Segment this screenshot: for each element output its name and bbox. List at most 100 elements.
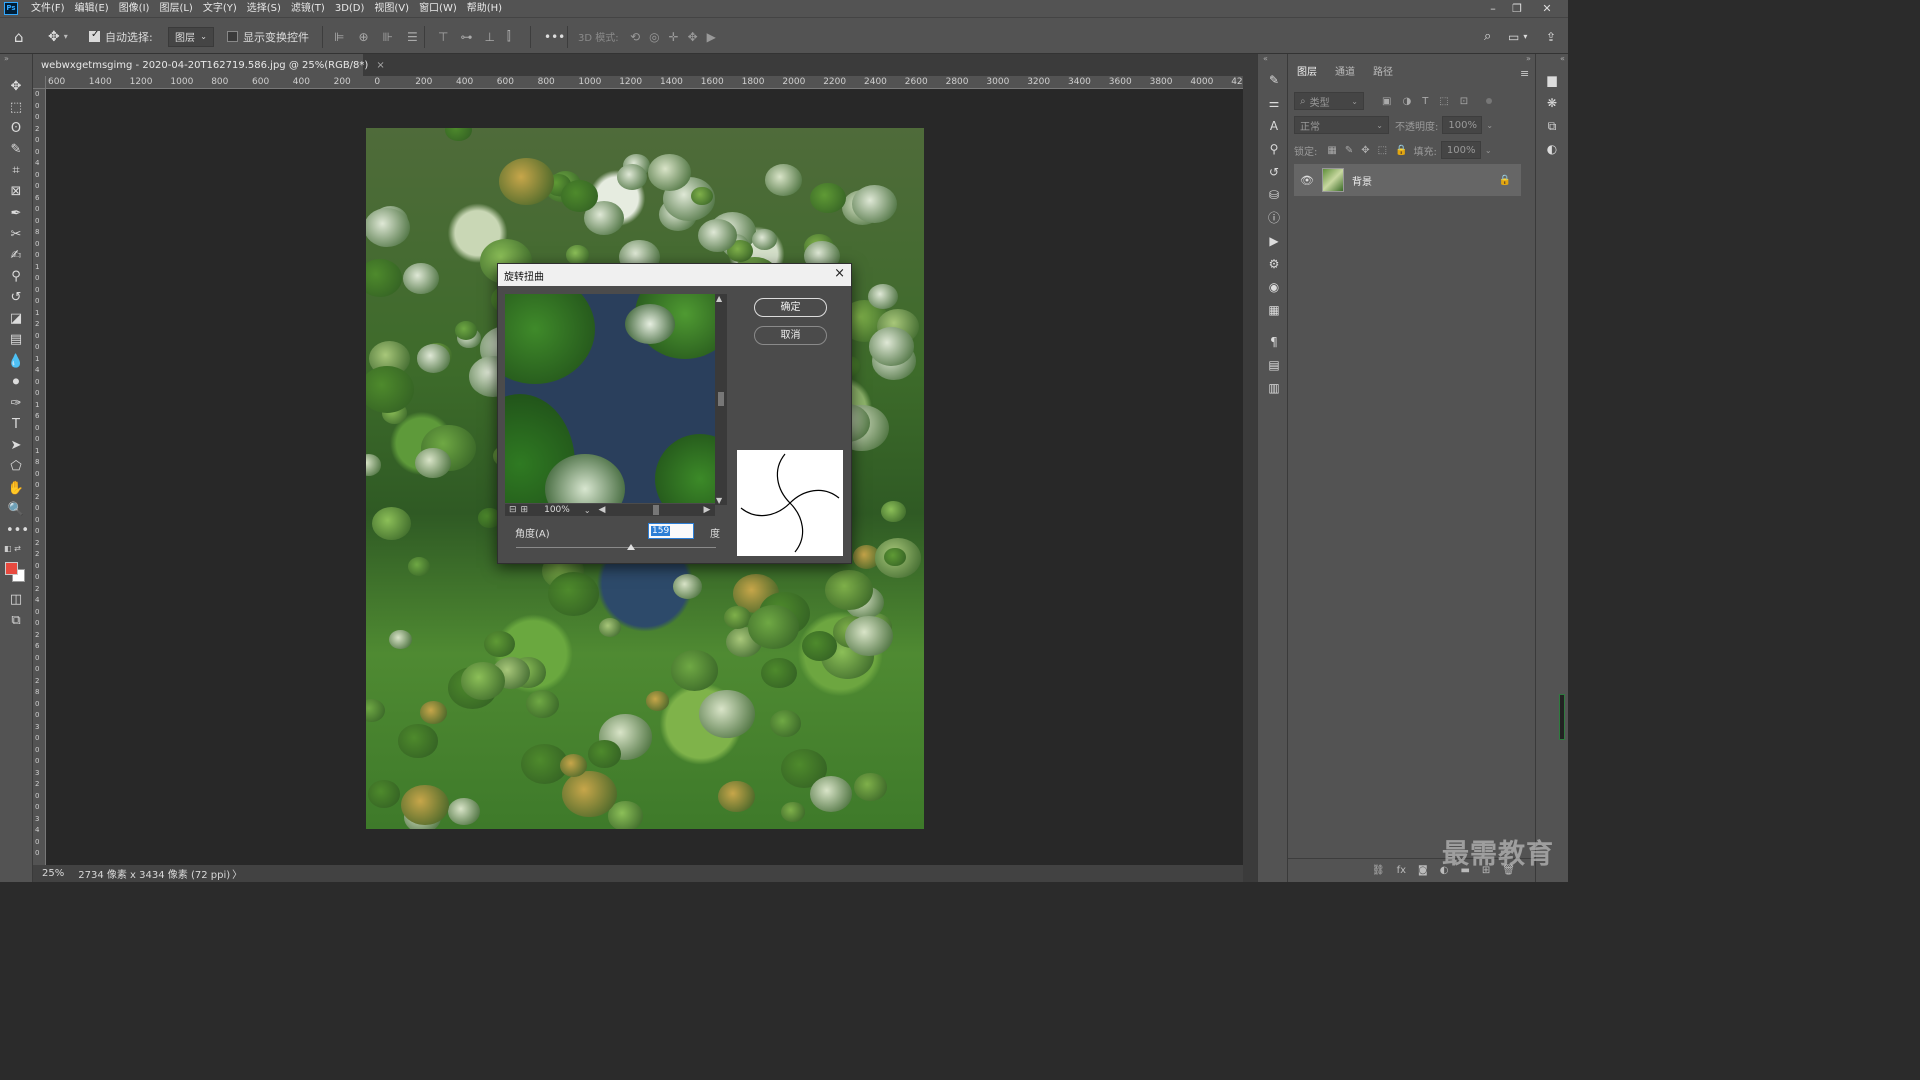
move-tool-icon[interactable]: ✥ bbox=[6, 78, 26, 96]
shape-tool-icon[interactable]: ⬠ bbox=[6, 458, 26, 476]
type-filter-icon[interactable]: T bbox=[1422, 96, 1428, 107]
share-icon[interactable]: ⇪ bbox=[1546, 18, 1556, 55]
paragraph-icon[interactable]: ¶ bbox=[1266, 334, 1282, 350]
healing-tool-icon[interactable]: ✂ bbox=[6, 226, 26, 244]
menu-item[interactable]: 文字(Y) bbox=[198, 0, 242, 17]
document-tab[interactable]: webwxgetmsgimg - 2020-04-20T162719.586.j… bbox=[33, 54, 385, 76]
status-zoom[interactable]: 25% bbox=[42, 868, 64, 879]
align-right-icon[interactable]: ⊪ bbox=[383, 30, 393, 44]
pixel-filter-icon[interactable]: ▣ bbox=[1382, 96, 1391, 107]
menu-item[interactable]: 帮助(H) bbox=[462, 0, 507, 17]
3d-icon[interactable]: ◉ bbox=[1266, 279, 1282, 295]
angle-slider-thumb[interactable] bbox=[627, 544, 635, 550]
orbit-3d-icon[interactable]: ⟲ bbox=[630, 30, 640, 44]
blur-tool-icon[interactable]: 💧 bbox=[6, 353, 26, 371]
link-layers-icon[interactable]: ⛓ bbox=[1372, 865, 1385, 876]
actions-icon[interactable]: ▶ bbox=[1266, 233, 1282, 249]
pen-tool-icon[interactable]: ✑ bbox=[6, 395, 26, 413]
properties-icon[interactable]: ⚙ bbox=[1266, 256, 1282, 272]
menu-item[interactable]: 图像(I) bbox=[114, 0, 155, 17]
marquee-tool-icon[interactable]: ⬚ bbox=[6, 99, 26, 117]
add-mask-icon[interactable]: ◙ bbox=[1418, 865, 1428, 876]
pan-3d-icon[interactable]: ✛ bbox=[669, 30, 679, 44]
angle-slider-track[interactable] bbox=[516, 547, 716, 548]
auto-select-target-dropdown[interactable]: 图层 ⌄ bbox=[168, 18, 214, 55]
lasso-tool-icon[interactable]: ʘ bbox=[6, 120, 26, 138]
scroll-right-icon[interactable]: ▶ bbox=[703, 505, 710, 515]
menu-item[interactable]: 选择(S) bbox=[242, 0, 286, 17]
collapse-toolbar-icon[interactable]: » bbox=[4, 54, 9, 63]
quick-select-tool-icon[interactable]: ✎ bbox=[6, 141, 26, 159]
filter-toggle-icon[interactable] bbox=[1486, 98, 1493, 104]
angle-input[interactable]: 159 bbox=[648, 523, 694, 539]
eyedropper-tool-icon[interactable]: ✒ bbox=[6, 205, 26, 223]
fill-dropdown-icon[interactable]: ⌄ bbox=[1485, 146, 1492, 155]
align-hcenter-icon[interactable]: ⊕ bbox=[358, 30, 368, 44]
fill-input[interactable]: 100% bbox=[1440, 141, 1481, 159]
stamp-tool-icon[interactable]: ⚲ bbox=[6, 268, 26, 286]
collapse-panel-icon[interactable]: » bbox=[1526, 54, 1531, 63]
quick-mask-icon[interactable]: ◫ bbox=[6, 591, 26, 609]
channels-icon[interactable]: ⛁ bbox=[1266, 187, 1282, 203]
status-more-icon[interactable]: 〉 bbox=[232, 866, 242, 881]
crop-tool-icon[interactable]: ⌗ bbox=[6, 162, 26, 180]
zoom-in-icon[interactable]: ⊞ bbox=[521, 505, 529, 515]
filter-preview[interactable] bbox=[505, 294, 715, 503]
fx-icon[interactable]: fx bbox=[1397, 865, 1406, 876]
brush-settings-icon[interactable]: ✎ bbox=[1266, 72, 1282, 88]
dodge-tool-icon[interactable]: ⚫ bbox=[6, 374, 26, 392]
opacity-input[interactable]: 100% bbox=[1442, 116, 1483, 134]
blend-mode-dropdown[interactable]: 正常 ⌄ bbox=[1294, 116, 1389, 134]
panel-tab[interactable]: 图层 bbox=[1288, 62, 1326, 84]
info-icon[interactable]: ⓘ bbox=[1266, 210, 1282, 226]
color-icon[interactable]: ◐ bbox=[1544, 141, 1560, 157]
restore-icon[interactable]: ❐ bbox=[1505, 0, 1529, 17]
menu-item[interactable]: 图层(L) bbox=[154, 0, 197, 17]
frame-tool-icon[interactable]: ⊠ bbox=[6, 183, 26, 201]
menu-item[interactable]: 视图(V) bbox=[369, 0, 414, 17]
lock-pixels-icon[interactable]: ✎ bbox=[1345, 145, 1353, 156]
shape-filter-icon[interactable]: ⬚ bbox=[1439, 96, 1448, 107]
notes-icon[interactable]: ▥ bbox=[1266, 380, 1282, 396]
zoom-dropdown-icon[interactable]: ⌄ bbox=[584, 506, 591, 515]
close-window-icon[interactable]: ✕ bbox=[1535, 0, 1559, 17]
history-brush-tool-icon[interactable]: ↺ bbox=[6, 289, 26, 307]
menu-item[interactable]: 窗口(W) bbox=[414, 0, 462, 17]
distribute-vertical-icon[interactable]: ⫿ bbox=[507, 29, 511, 44]
menu-item[interactable]: 文件(F) bbox=[26, 0, 70, 17]
scroll-up-icon[interactable]: ▲ bbox=[716, 294, 722, 303]
adjustments-icon[interactable]: ⚌ bbox=[1266, 95, 1282, 111]
smart-object-filter-icon[interactable]: ⊡ bbox=[1460, 96, 1468, 107]
horizontal-scroll-thumb[interactable] bbox=[653, 505, 660, 515]
roll-3d-icon[interactable]: ◎ bbox=[649, 30, 659, 44]
lock-all-icon[interactable]: 🔒 bbox=[1395, 145, 1407, 156]
zoom-tool-icon[interactable]: 🔍 bbox=[6, 501, 26, 519]
panel-menu-icon[interactable]: ≡ bbox=[1520, 67, 1529, 80]
eye-icon[interactable]: 👁 bbox=[1300, 174, 1314, 187]
glyphs-icon[interactable]: ▤ bbox=[1266, 357, 1282, 373]
panel-tab[interactable]: 通道 bbox=[1326, 62, 1364, 84]
scroll-thumb[interactable] bbox=[718, 392, 724, 406]
zoom-out-icon[interactable]: ⊟ bbox=[509, 505, 517, 515]
edit-toolbar-icon[interactable]: ••• bbox=[6, 522, 29, 540]
lock-artboard-icon[interactable]: ⬚ bbox=[1378, 145, 1387, 156]
kind-filter-dropdown[interactable]: ⌕ 类型 ⌄ bbox=[1294, 92, 1364, 110]
history-icon[interactable]: ↺ bbox=[1266, 164, 1282, 180]
screen-mode-icon[interactable]: ⧉ bbox=[6, 612, 26, 630]
align-top-icon[interactable]: ⊤ bbox=[438, 30, 448, 44]
panel-tab[interactable]: 路径 bbox=[1364, 62, 1402, 84]
close-document-icon[interactable]: × bbox=[376, 60, 384, 71]
distribute-icon[interactable]: ☰ bbox=[407, 30, 418, 44]
workspace-icon[interactable]: ▭ ▾ bbox=[1508, 18, 1527, 55]
libraries-icon[interactable]: ⧉ bbox=[1544, 118, 1560, 134]
auto-select-checkbox[interactable]: 自动选择: bbox=[89, 18, 153, 55]
more-options-icon[interactable]: ••• bbox=[544, 18, 565, 55]
foreground-color-swatch[interactable] bbox=[5, 562, 18, 575]
align-bottom-icon[interactable]: ⊥ bbox=[484, 30, 494, 44]
table-icon[interactable]: ▦ bbox=[1266, 302, 1282, 318]
histogram-icon[interactable]: ▆ bbox=[1544, 72, 1560, 88]
camera-3d-icon[interactable]: ▶ bbox=[707, 30, 716, 44]
menu-item[interactable]: 3D(D) bbox=[330, 0, 370, 17]
scroll-down-icon[interactable]: ▼ bbox=[716, 496, 722, 505]
path-select-tool-icon[interactable]: ➤ bbox=[6, 437, 26, 455]
